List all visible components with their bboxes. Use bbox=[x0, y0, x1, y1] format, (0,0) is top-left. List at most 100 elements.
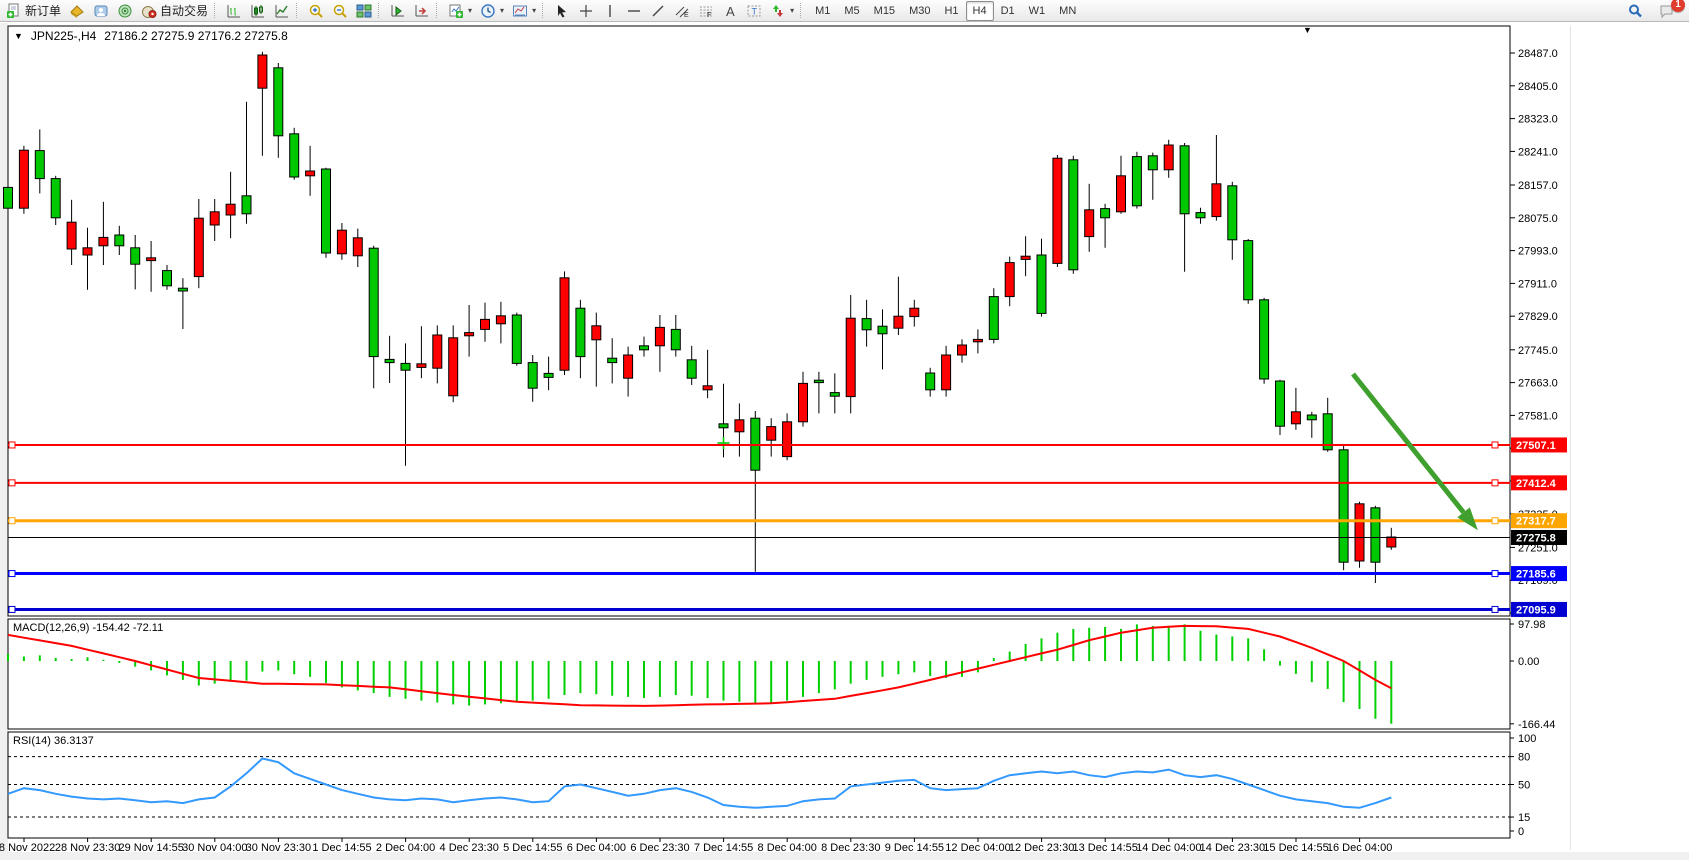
time-axis: 28 Nov 202228 Nov 23:3029 Nov 14:5530 No… bbox=[0, 838, 1392, 854]
toolbar-right: 1 bbox=[1623, 1, 1683, 21]
zoom-in-icon bbox=[308, 3, 324, 19]
line-chart-button[interactable] bbox=[270, 1, 294, 21]
price-badge-label: 27412.4 bbox=[1516, 478, 1557, 490]
candle bbox=[846, 318, 855, 396]
line-handle[interactable] bbox=[1492, 571, 1498, 577]
candle bbox=[640, 346, 649, 350]
chevron-down-icon[interactable]: ▾ bbox=[500, 6, 504, 15]
equidistant-channel-button[interactable]: E bbox=[670, 1, 694, 21]
auto-scroll-button[interactable] bbox=[386, 1, 410, 21]
zoom-in-button[interactable] bbox=[304, 1, 328, 21]
collapse-icon[interactable]: ▼ bbox=[14, 31, 23, 41]
price-tick-label: 27829.0 bbox=[1518, 311, 1558, 323]
candle bbox=[1260, 300, 1269, 379]
line-handle[interactable] bbox=[9, 571, 15, 577]
templates-button[interactable]: ▾ bbox=[508, 1, 540, 21]
candle bbox=[35, 151, 44, 179]
time-label: 9 Dec 14:55 bbox=[885, 842, 944, 854]
label-button[interactable]: T bbox=[742, 1, 766, 21]
chart-shift-button[interactable] bbox=[410, 1, 434, 21]
chevron-down-icon[interactable]: ▾ bbox=[790, 6, 794, 15]
navigator-button[interactable] bbox=[113, 1, 137, 21]
crosshair-button[interactable] bbox=[574, 1, 598, 21]
candle bbox=[1276, 381, 1285, 426]
trendline-button[interactable] bbox=[646, 1, 670, 21]
line-handle[interactable] bbox=[1492, 606, 1498, 612]
candle bbox=[417, 364, 426, 368]
search-button[interactable] bbox=[1623, 1, 1647, 21]
timeframe-w1-button[interactable]: W1 bbox=[1022, 1, 1053, 21]
candle bbox=[433, 335, 442, 368]
periods-button[interactable]: ▾ bbox=[476, 1, 508, 21]
horizontal-line-button[interactable] bbox=[622, 1, 646, 21]
macd-scale-label: 0.00 bbox=[1518, 656, 1539, 668]
time-label: 5 Dec 14:55 bbox=[503, 842, 562, 854]
tile-windows-button[interactable] bbox=[352, 1, 376, 21]
indicators-button[interactable]: ▾ bbox=[444, 1, 476, 21]
time-label: 6 Dec 04:00 bbox=[567, 842, 626, 854]
candle bbox=[1069, 160, 1078, 270]
chevron-down-icon[interactable]: ▾ bbox=[532, 6, 536, 15]
arrows-button[interactable]: ▾ bbox=[766, 1, 798, 21]
crosshair-icon bbox=[578, 3, 594, 19]
chart-canvas: 28487.028405.028323.028241.028157.028075… bbox=[0, 23, 1689, 860]
timeframe-h1-button[interactable]: H1 bbox=[937, 1, 965, 21]
time-label: 13 Dec 14:55 bbox=[1072, 842, 1137, 854]
candle bbox=[19, 150, 28, 208]
vertical-line-button[interactable] bbox=[598, 1, 622, 21]
candle bbox=[671, 329, 680, 349]
notifications-button[interactable]: 1 bbox=[1655, 1, 1679, 21]
candle bbox=[973, 339, 982, 341]
navigator-icon bbox=[117, 3, 133, 19]
cursor-button[interactable] bbox=[550, 1, 574, 21]
trendline-icon bbox=[650, 3, 666, 19]
text-button[interactable]: A bbox=[718, 1, 742, 21]
line-handle[interactable] bbox=[9, 518, 15, 524]
scroll-to-end-icon[interactable]: ▼ bbox=[1303, 25, 1312, 35]
line-handle[interactable] bbox=[1492, 518, 1498, 524]
search-icon bbox=[1627, 3, 1643, 19]
line-handle[interactable] bbox=[9, 480, 15, 486]
timeframe-mn-button[interactable]: MN bbox=[1052, 1, 1083, 21]
profile-icon bbox=[93, 3, 109, 19]
auto-trading-button[interactable]: 自动交易 bbox=[137, 1, 212, 21]
profile-button[interactable] bbox=[89, 1, 113, 21]
new-order-label: 新订单 bbox=[25, 2, 61, 19]
line-handle[interactable] bbox=[1492, 442, 1498, 448]
bar-chart-button[interactable] bbox=[222, 1, 246, 21]
candle bbox=[910, 308, 919, 316]
toolbar-group-grip bbox=[436, 3, 441, 18]
time-label: 28 Nov 23:30 bbox=[55, 842, 120, 854]
candle bbox=[942, 355, 951, 390]
candle bbox=[703, 386, 712, 390]
timeframe-h4-button[interactable]: H4 bbox=[966, 1, 994, 21]
line-handle[interactable] bbox=[9, 442, 15, 448]
candle bbox=[1387, 537, 1396, 547]
timeframe-m1-button[interactable]: M1 bbox=[808, 1, 837, 21]
price-badge-label: 27317.7 bbox=[1516, 516, 1556, 528]
candle bbox=[115, 235, 124, 246]
chevron-down-icon[interactable]: ▾ bbox=[468, 6, 472, 15]
fibonacci-button[interactable]: F bbox=[694, 1, 718, 21]
price-badges: 27507.127412.427317.727185.627095.927275… bbox=[1511, 437, 1567, 616]
timeframe-m5-button[interactable]: M5 bbox=[837, 1, 866, 21]
candle bbox=[1132, 157, 1141, 206]
timeframe-m30-button[interactable]: M30 bbox=[902, 1, 937, 21]
time-label: 30 Nov 04:00 bbox=[182, 842, 247, 854]
candlestick-chart-button[interactable] bbox=[246, 1, 270, 21]
application-window: 新订单 自动交易 ▾ ▾ ▾ E FAT ▾ M1M5M15M30H1H4D1W1MN 1 284… bbox=[0, 0, 1689, 860]
candle bbox=[735, 420, 744, 432]
svg-text:E: E bbox=[684, 12, 689, 19]
price-tick-label: 28157.0 bbox=[1518, 180, 1558, 192]
line-handle[interactable] bbox=[1492, 480, 1498, 486]
svg-text:T: T bbox=[752, 6, 758, 16]
time-label: 8 Dec 23:30 bbox=[821, 842, 880, 854]
market-watch-button[interactable] bbox=[65, 1, 89, 21]
zoom-out-button[interactable] bbox=[328, 1, 352, 21]
fibonacci-icon: F bbox=[698, 3, 714, 19]
timeframe-d1-button[interactable]: D1 bbox=[994, 1, 1022, 21]
line-handle[interactable] bbox=[9, 606, 15, 612]
candle bbox=[258, 55, 267, 88]
new-order-button[interactable]: 新订单 bbox=[2, 1, 65, 21]
timeframe-m15-button[interactable]: M15 bbox=[867, 1, 902, 21]
